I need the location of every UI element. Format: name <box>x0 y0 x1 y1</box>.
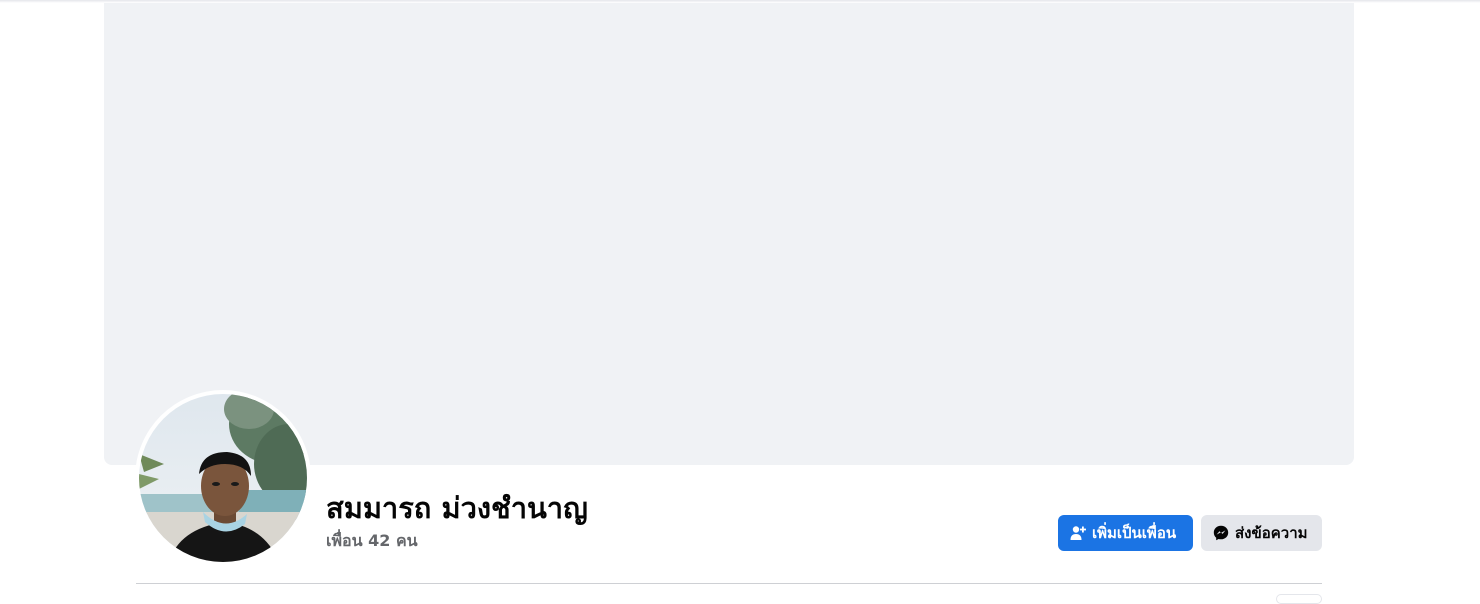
profile-photo-image <box>139 394 307 562</box>
profile-name: สมมารถ ม่วงชำนาญ <box>326 491 588 525</box>
add-friend-label: เพิ่มเป็นเพื่อน <box>1092 524 1177 542</box>
profile-divider <box>136 583 1322 584</box>
send-message-button[interactable]: ส่งข้อความ <box>1201 515 1322 551</box>
add-friend-icon <box>1070 525 1086 541</box>
cover-photo[interactable] <box>104 3 1354 465</box>
profile-picture[interactable] <box>139 394 307 562</box>
add-friend-button[interactable]: เพิ่มเป็นเพื่อน <box>1058 515 1193 551</box>
more-options-button[interactable] <box>1276 594 1322 604</box>
messenger-icon <box>1213 525 1229 541</box>
send-message-label: ส่งข้อความ <box>1235 524 1308 542</box>
friends-count-link[interactable]: เพื่อน 42 คน <box>326 530 418 552</box>
